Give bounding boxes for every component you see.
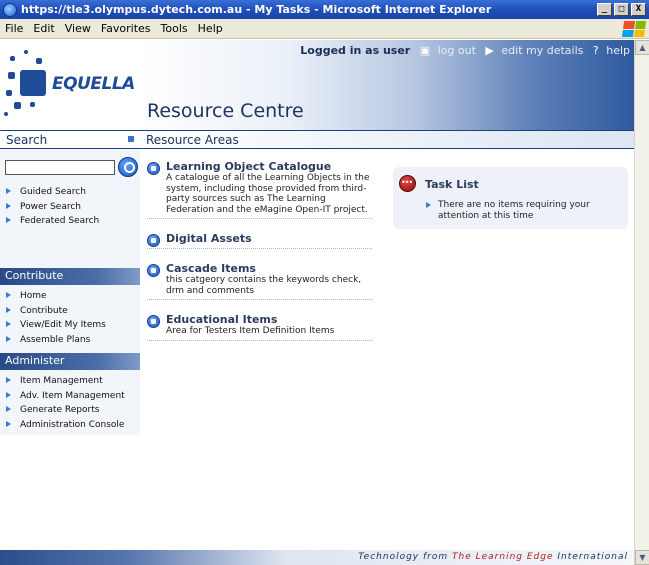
task-list-title: Task List bbox=[425, 178, 479, 191]
administer-links: Item Management Adv. Item Management Gen… bbox=[0, 374, 140, 432]
search-icon[interactable] bbox=[118, 157, 138, 177]
ie-icon bbox=[3, 2, 17, 17]
resource-areas-title: Resource Areas bbox=[140, 130, 634, 149]
equella-logo: EQUELLA bbox=[0, 40, 140, 130]
vertical-scrollbar[interactable]: ▲ ▼ bbox=[634, 40, 649, 565]
category-icon bbox=[147, 315, 160, 328]
contribute-link[interactable]: Contribute bbox=[0, 304, 140, 319]
minimize-button[interactable]: _ bbox=[597, 3, 612, 16]
logo-text: EQUELLA bbox=[52, 74, 135, 94]
collapse-icon[interactable] bbox=[128, 136, 134, 142]
task-list-icon bbox=[399, 175, 416, 192]
menu-favorites[interactable]: Favorites bbox=[96, 22, 156, 35]
menu-file[interactable]: File bbox=[0, 22, 28, 35]
menu-bar: File Edit View Favorites Tools Help bbox=[0, 19, 649, 39]
windows-logo-icon bbox=[621, 20, 647, 37]
view-edit-items-link[interactable]: View/Edit My Items bbox=[0, 318, 140, 333]
power-search-link[interactable]: Power Search bbox=[0, 200, 140, 215]
assemble-plans-link[interactable]: Assemble Plans bbox=[0, 333, 140, 348]
home-link[interactable]: Home bbox=[0, 289, 140, 304]
contribute-heading: Contribute bbox=[0, 268, 140, 285]
page-viewport: EQUELLA Logged in as user ▣ log out ▶ ed… bbox=[0, 40, 634, 565]
federated-search-link[interactable]: Federated Search bbox=[0, 214, 140, 229]
arrow-icon bbox=[6, 406, 11, 412]
guided-search-link[interactable]: Guided Search bbox=[0, 185, 140, 200]
resource-area-description: A catalogue of all the Learning Objects … bbox=[166, 173, 370, 215]
search-box bbox=[5, 157, 138, 179]
menu-edit[interactable]: Edit bbox=[28, 22, 59, 35]
site-title: Resource Centre bbox=[147, 100, 304, 122]
sidebar: Guided Search Power Search Federated Sea… bbox=[0, 149, 140, 435]
footer-brand: The Learning Edge bbox=[452, 552, 554, 562]
resource-area-item: Learning Object Catalogue A catalogue of… bbox=[147, 160, 372, 219]
resource-area-link[interactable]: Cascade Items bbox=[166, 262, 372, 275]
contribute-links: Home Contribute View/Edit My Items Assem… bbox=[0, 289, 140, 347]
site-header: EQUELLA Logged in as user ▣ log out ▶ ed… bbox=[0, 40, 634, 130]
footer-suffix: International bbox=[557, 552, 628, 562]
arrow-icon bbox=[6, 377, 11, 383]
arrow-icon bbox=[6, 335, 11, 342]
administer-heading: Administer bbox=[0, 353, 140, 370]
edit-details-link[interactable]: edit my details bbox=[501, 44, 583, 57]
arrow-icon bbox=[6, 321, 11, 327]
menu-help[interactable]: Help bbox=[193, 22, 228, 35]
scroll-down-icon[interactable]: ▼ bbox=[635, 550, 649, 565]
resource-area-description: Area for Testers Item Definition Items bbox=[166, 326, 335, 336]
window-controls: _ □ X bbox=[597, 3, 646, 16]
login-status: Logged in as user bbox=[300, 44, 411, 57]
search-links: Guided Search Power Search Federated Sea… bbox=[0, 185, 140, 229]
user-bar: Logged in as user ▣ log out ▶ edit my de… bbox=[140, 44, 630, 57]
resource-area-link[interactable]: Learning Object Catalogue bbox=[166, 160, 372, 173]
close-button[interactable]: X bbox=[631, 3, 646, 16]
item-management-link[interactable]: Item Management bbox=[0, 374, 140, 389]
category-icon bbox=[147, 264, 160, 277]
logout-link[interactable]: log out bbox=[438, 44, 476, 57]
menu-tools[interactable]: Tools bbox=[156, 22, 193, 35]
arrow-icon bbox=[6, 188, 11, 194]
resource-area-item: Educational Items Area for Testers Item … bbox=[147, 313, 372, 341]
adv-item-management-link[interactable]: Adv. Item Management bbox=[0, 389, 140, 404]
resource-area-item: Cascade Items this catgeory contains the… bbox=[147, 262, 372, 300]
category-icon bbox=[147, 234, 160, 247]
scroll-up-icon[interactable]: ▲ bbox=[635, 40, 649, 55]
resource-area-list: Learning Object Catalogue A catalogue of… bbox=[147, 160, 372, 341]
resource-area-item: Digital Assets bbox=[147, 232, 372, 249]
footer: Technology from The Learning Edge Intern… bbox=[0, 550, 634, 565]
window-title: https://tle3.olympus.dytech.com.au - My … bbox=[21, 3, 492, 16]
arrow-icon bbox=[6, 306, 11, 313]
task-list-message: There are no items requiring your attent… bbox=[426, 200, 616, 221]
administration-console-link[interactable]: Administration Console bbox=[0, 418, 140, 433]
help-icon: ? bbox=[592, 44, 599, 57]
arrow-icon bbox=[426, 202, 431, 208]
search-section-title: Search bbox=[0, 130, 140, 149]
search-input[interactable] bbox=[5, 160, 115, 175]
arrow-icon bbox=[6, 217, 11, 223]
resource-area-link[interactable]: Educational Items bbox=[166, 313, 372, 326]
footer-prefix: Technology from bbox=[358, 552, 449, 562]
lock-icon: ▣ bbox=[419, 44, 431, 57]
edit-icon: ▶ bbox=[485, 44, 494, 57]
help-link[interactable]: help bbox=[606, 44, 630, 57]
generate-reports-link[interactable]: Generate Reports bbox=[0, 403, 140, 418]
arrow-icon bbox=[6, 292, 11, 298]
menu-view[interactable]: View bbox=[60, 22, 96, 35]
section-bar: Search Resource Areas bbox=[0, 130, 634, 149]
arrow-icon bbox=[6, 202, 11, 209]
maximize-button[interactable]: □ bbox=[614, 3, 629, 16]
search-heading: Search bbox=[6, 133, 48, 147]
arrow-icon bbox=[6, 391, 11, 398]
category-icon bbox=[147, 162, 160, 175]
window-title-bar: https://tle3.olympus.dytech.com.au - My … bbox=[0, 0, 649, 19]
task-list-panel: Task List There are no items requiring y… bbox=[393, 167, 628, 229]
resource-area-link[interactable]: Digital Assets bbox=[166, 232, 372, 245]
resource-area-description: this catgeory contains the keywords chec… bbox=[166, 275, 362, 296]
arrow-icon bbox=[6, 420, 11, 427]
